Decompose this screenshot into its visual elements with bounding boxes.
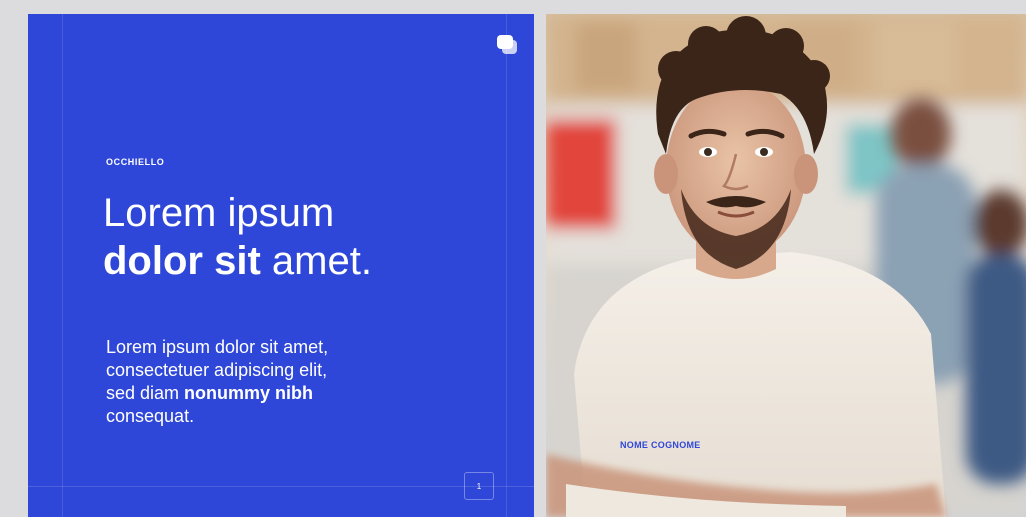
body-paragraph: Lorem ipsum dolor sit amet, consectetuer… bbox=[106, 336, 486, 428]
page-number-badge: 1 bbox=[464, 472, 494, 500]
body-line-2: consectetuer adipiscing elit, bbox=[106, 360, 328, 380]
eyebrow-label: OCCHIELLO bbox=[106, 157, 165, 167]
portrait-photo bbox=[546, 14, 1026, 517]
headline-regular-text: amet. bbox=[260, 239, 372, 283]
text-slide: OCCHIELLO Lorem ipsum dolor sit amet. Lo… bbox=[28, 14, 534, 517]
chat-bubble-icon bbox=[497, 35, 517, 54]
body-bold-text: nonummy nibh bbox=[184, 383, 314, 403]
canvas: OCCHIELLO Lorem ipsum dolor sit amet. Lo… bbox=[0, 0, 1026, 517]
guide-line-horizontal-bottom bbox=[28, 486, 534, 487]
body-line-1: Lorem ipsum dolor sit amet, bbox=[106, 337, 329, 357]
body-line-4: consequat. bbox=[106, 406, 195, 426]
photo-slide: NOME COGNOME bbox=[546, 14, 1026, 517]
headline: Lorem ipsum dolor sit amet. bbox=[103, 189, 523, 285]
headline-bold-text: dolor sit bbox=[103, 239, 261, 283]
guide-line-vertical-left bbox=[62, 14, 63, 517]
body-line-3: sed diam nonummy nibh bbox=[106, 382, 486, 405]
headline-line-1: Lorem ipsum bbox=[103, 191, 335, 235]
headline-line-2: dolor sit amet. bbox=[103, 237, 523, 285]
body-line-3-lead: sed diam bbox=[106, 383, 185, 403]
person-name-label: NOME COGNOME bbox=[620, 440, 701, 450]
